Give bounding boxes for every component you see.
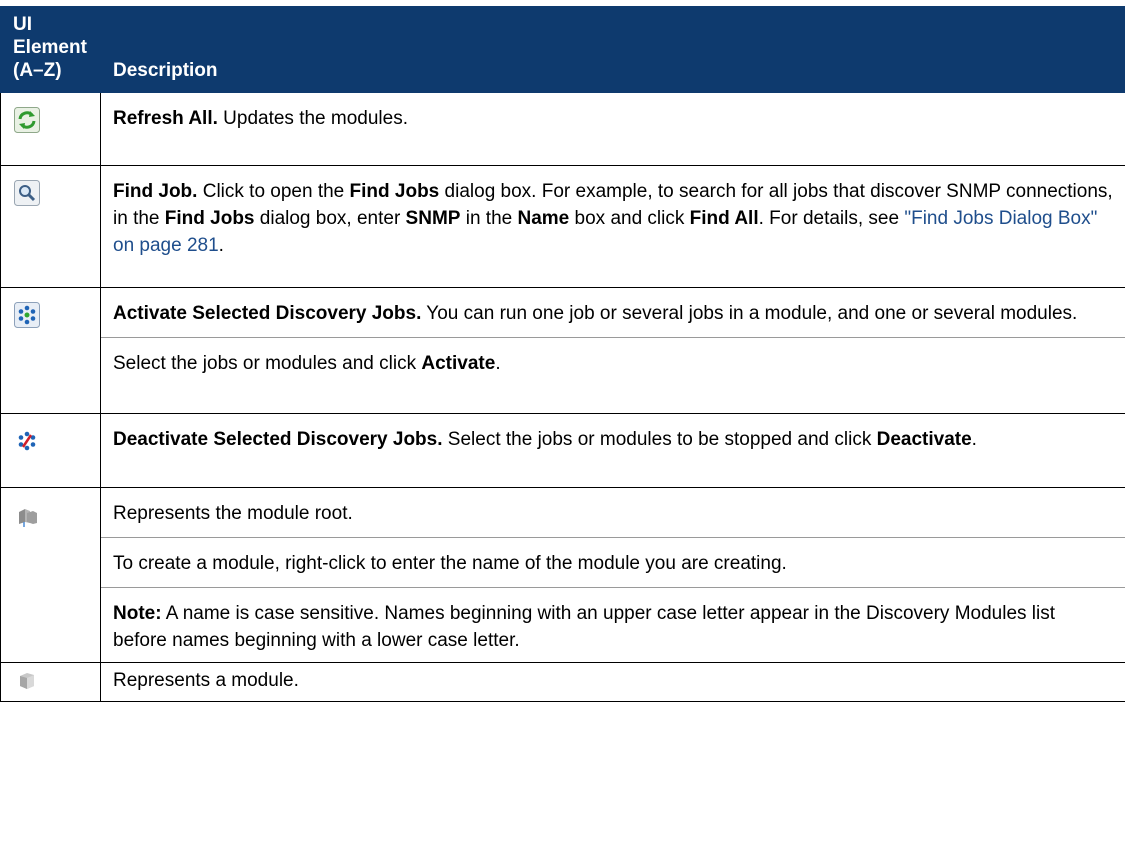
item-title: Refresh All. xyxy=(113,108,218,129)
find-job-icon xyxy=(14,180,40,206)
column-header-description: Description xyxy=(100,6,1125,93)
description-paragraph: Represents the module root. xyxy=(113,503,353,524)
text-run: Select the jobs or modules and click xyxy=(113,353,422,374)
description-cell: Find Job. Click to open the Find Jobs di… xyxy=(100,165,1125,288)
module-icon xyxy=(14,667,40,693)
icon-cell xyxy=(0,662,101,702)
item-text: Updates the modules. xyxy=(217,108,409,129)
bold-run: Activate xyxy=(421,353,496,374)
description-cell: Activate Selected Discovery Jobs. You ca… xyxy=(100,287,1125,414)
text-run: Select the jobs or modules to be stopped… xyxy=(442,429,877,450)
description-paragraph: Refresh All. Updates the modules. xyxy=(113,105,1113,132)
ui-elements-table: UI Element (A–Z) Description Refresh All. xyxy=(0,6,1125,702)
header-line-1: UI xyxy=(13,14,32,35)
bold-run: Find Jobs xyxy=(164,208,255,229)
text-run: dialog box, enter xyxy=(254,208,406,229)
table-header-row: UI Element (A–Z) Description xyxy=(0,6,1125,93)
text-run: . For details, see xyxy=(758,208,905,229)
item-title: Find Job. xyxy=(113,181,198,202)
text-run: Click to open the xyxy=(197,181,350,202)
icon-cell xyxy=(0,92,101,166)
activate-jobs-icon xyxy=(14,302,40,328)
deactivate-jobs-icon xyxy=(14,428,40,454)
module-root-icon xyxy=(14,502,40,528)
table-row: Refresh All. Updates the modules. xyxy=(0,92,1125,166)
refresh-all-icon xyxy=(14,107,40,133)
table-row: Represents a module. xyxy=(0,662,1125,702)
description-paragraph: Activate Selected Discovery Jobs. You ca… xyxy=(113,300,1113,327)
text-run: in the xyxy=(460,208,518,229)
column-header-ui-element: UI Element (A–Z) xyxy=(0,6,101,93)
item-title: Deactivate Selected Discovery Jobs. xyxy=(113,429,443,450)
table-row: Find Job. Click to open the Find Jobs di… xyxy=(0,165,1125,288)
icon-cell xyxy=(0,413,101,488)
description-paragraph: Represents a module. xyxy=(113,670,299,691)
description-cell: Represents a module. xyxy=(100,662,1125,702)
description-paragraph: To create a module, right-click to enter… xyxy=(101,537,1125,577)
bold-run: Find Jobs xyxy=(349,181,440,202)
header-line-3: (A–Z) xyxy=(13,60,62,81)
description-cell: Refresh All. Updates the modules. xyxy=(100,92,1125,166)
header-line-2: Element xyxy=(13,37,87,58)
table-row: Deactivate Selected Discovery Jobs. Sele… xyxy=(0,413,1125,488)
item-text: You can run one job or several jobs in a… xyxy=(421,303,1078,324)
bold-run: Deactivate xyxy=(876,429,972,450)
description-paragraph: Deactivate Selected Discovery Jobs. Sele… xyxy=(113,426,1113,453)
bold-run: Name xyxy=(517,208,570,229)
description-paragraph: Select the jobs or modules and click Act… xyxy=(101,337,1125,377)
note-paragraph: Note: A name is case sensitive. Names be… xyxy=(101,587,1125,654)
bold-run: SNMP xyxy=(405,208,461,229)
description-paragraph: Find Job. Click to open the Find Jobs di… xyxy=(113,178,1113,259)
bold-run: Find All xyxy=(689,208,759,229)
icon-cell xyxy=(0,487,101,663)
icon-cell xyxy=(0,287,101,414)
note-label: Note: xyxy=(113,603,162,624)
text-run: . xyxy=(218,235,224,256)
item-title: Activate Selected Discovery Jobs. xyxy=(113,303,422,324)
text-run: box and click xyxy=(569,208,690,229)
table-row: Activate Selected Discovery Jobs. You ca… xyxy=(0,287,1125,414)
text-run: . xyxy=(971,429,977,450)
description-cell: Deactivate Selected Discovery Jobs. Sele… xyxy=(100,413,1125,488)
description-cell: Represents the module root. To create a … xyxy=(100,487,1125,663)
text-run: . xyxy=(495,353,501,374)
icon-cell xyxy=(0,165,101,288)
table-row: Represents the module root. To create a … xyxy=(0,487,1125,663)
note-text: A name is case sensitive. Names beginnin… xyxy=(113,603,1056,651)
